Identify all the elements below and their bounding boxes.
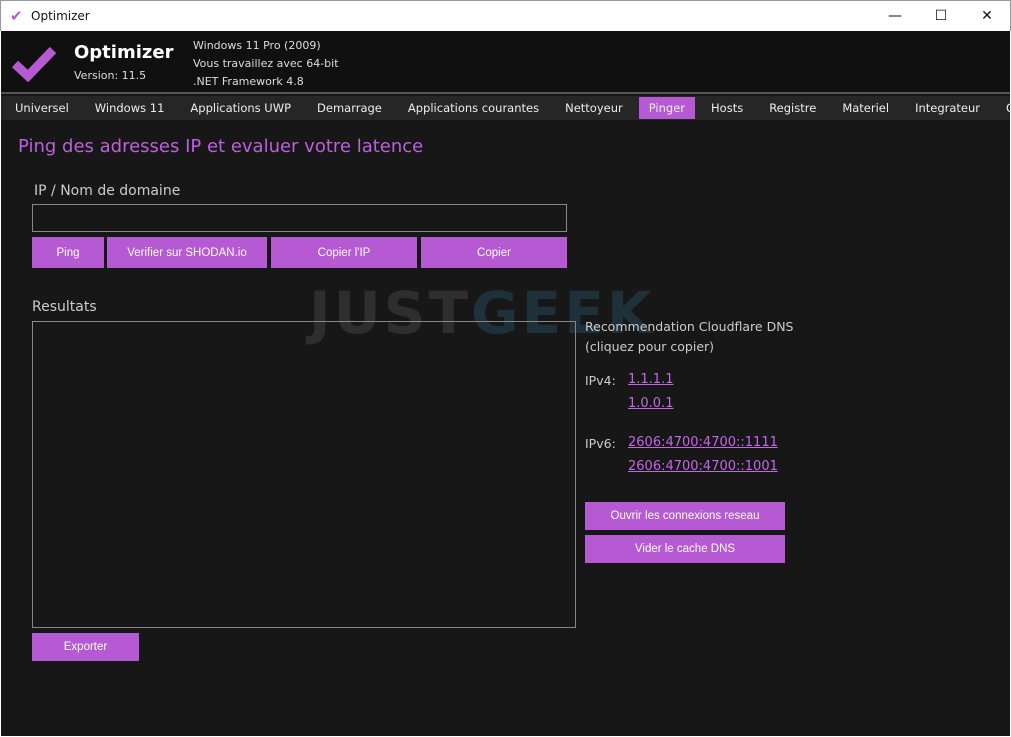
results-label: Resultats	[32, 299, 97, 315]
tab-hosts[interactable]: Hosts	[701, 97, 753, 119]
os-info: Windows 11 Pro (2009)	[193, 39, 321, 52]
minimize-button[interactable]: —	[872, 1, 918, 32]
tab-options[interactable]: Options	[996, 97, 1011, 119]
tab-materiel[interactable]: Materiel	[832, 97, 899, 119]
tab-integrateur[interactable]: Integrateur	[905, 97, 990, 119]
tab-universel[interactable]: Universel	[5, 97, 79, 119]
ipv6-label: IPv6:	[585, 436, 616, 451]
ipv6-primary-link[interactable]: 2606:4700:4700::1111	[628, 435, 778, 450]
checkmark-icon: ✔	[10, 7, 23, 25]
copy-ip-button[interactable]: Copier l'IP	[271, 237, 417, 268]
app-version: Version: 11.5	[74, 69, 147, 82]
tab-registre[interactable]: Registre	[759, 97, 826, 119]
page-title: Ping des adresses IP et evaluer votre la…	[18, 136, 424, 157]
checkmark-logo-icon	[11, 46, 57, 82]
ipv6-secondary-link[interactable]: 2606:4700:4700::1001	[628, 459, 778, 474]
tab-applications-uwp[interactable]: Applications UWP	[180, 97, 301, 119]
open-connections-button[interactable]: Ouvrir les connexions reseau	[585, 502, 785, 530]
app-name: Optimizer	[74, 42, 174, 63]
maximize-button[interactable]: ☐	[918, 1, 964, 32]
copy-button[interactable]: Copier	[421, 237, 567, 268]
close-button[interactable]: ✕	[964, 1, 1010, 32]
ip-label: IP / Nom de domaine	[34, 183, 181, 199]
tab-windows-11[interactable]: Windows 11	[85, 97, 175, 119]
window-title: Optimizer	[31, 9, 90, 23]
arch-info: Vous travaillez avec 64-bit	[193, 57, 339, 70]
flush-dns-button[interactable]: Vider le cache DNS	[585, 535, 785, 563]
ip-input[interactable]	[32, 204, 567, 232]
ipv4-secondary-link[interactable]: 1.0.0.1	[628, 396, 673, 411]
tab-applications-courantes[interactable]: Applications courantes	[398, 97, 549, 119]
ping-button[interactable]: Ping	[32, 237, 104, 268]
tab-bar: Universel Windows 11 Applications UWP Demar…	[1, 96, 1011, 120]
tab-demarrage[interactable]: Demarrage	[307, 97, 392, 119]
header: Optimizer Version: 11.5 Windows 11 Pro (…	[1, 31, 1010, 94]
dns-title: Recommendation Cloudflare DNS	[585, 319, 794, 334]
tab-pinger[interactable]: Pinger	[638, 97, 696, 119]
shodan-button[interactable]: Verifier sur SHODAN.io	[107, 237, 267, 268]
ipv4-label: IPv4:	[585, 373, 616, 388]
title-bar: ✔ Optimizer — ☐ ✕	[0, 0, 1011, 31]
dns-subtitle: (cliquez pour copier)	[585, 339, 715, 354]
app-window: Optimizer Version: 11.5 Windows 11 Pro (…	[1, 31, 1011, 736]
framework-info: .NET Framework 4.8	[193, 75, 304, 88]
results-textbox[interactable]	[32, 321, 576, 628]
system-info: Windows 11 Pro (2009) Vous travaillez av…	[193, 37, 339, 91]
export-button[interactable]: Exporter	[32, 633, 139, 661]
ipv4-primary-link[interactable]: 1.1.1.1	[628, 372, 673, 387]
tab-nettoyeur[interactable]: Nettoyeur	[555, 97, 633, 119]
